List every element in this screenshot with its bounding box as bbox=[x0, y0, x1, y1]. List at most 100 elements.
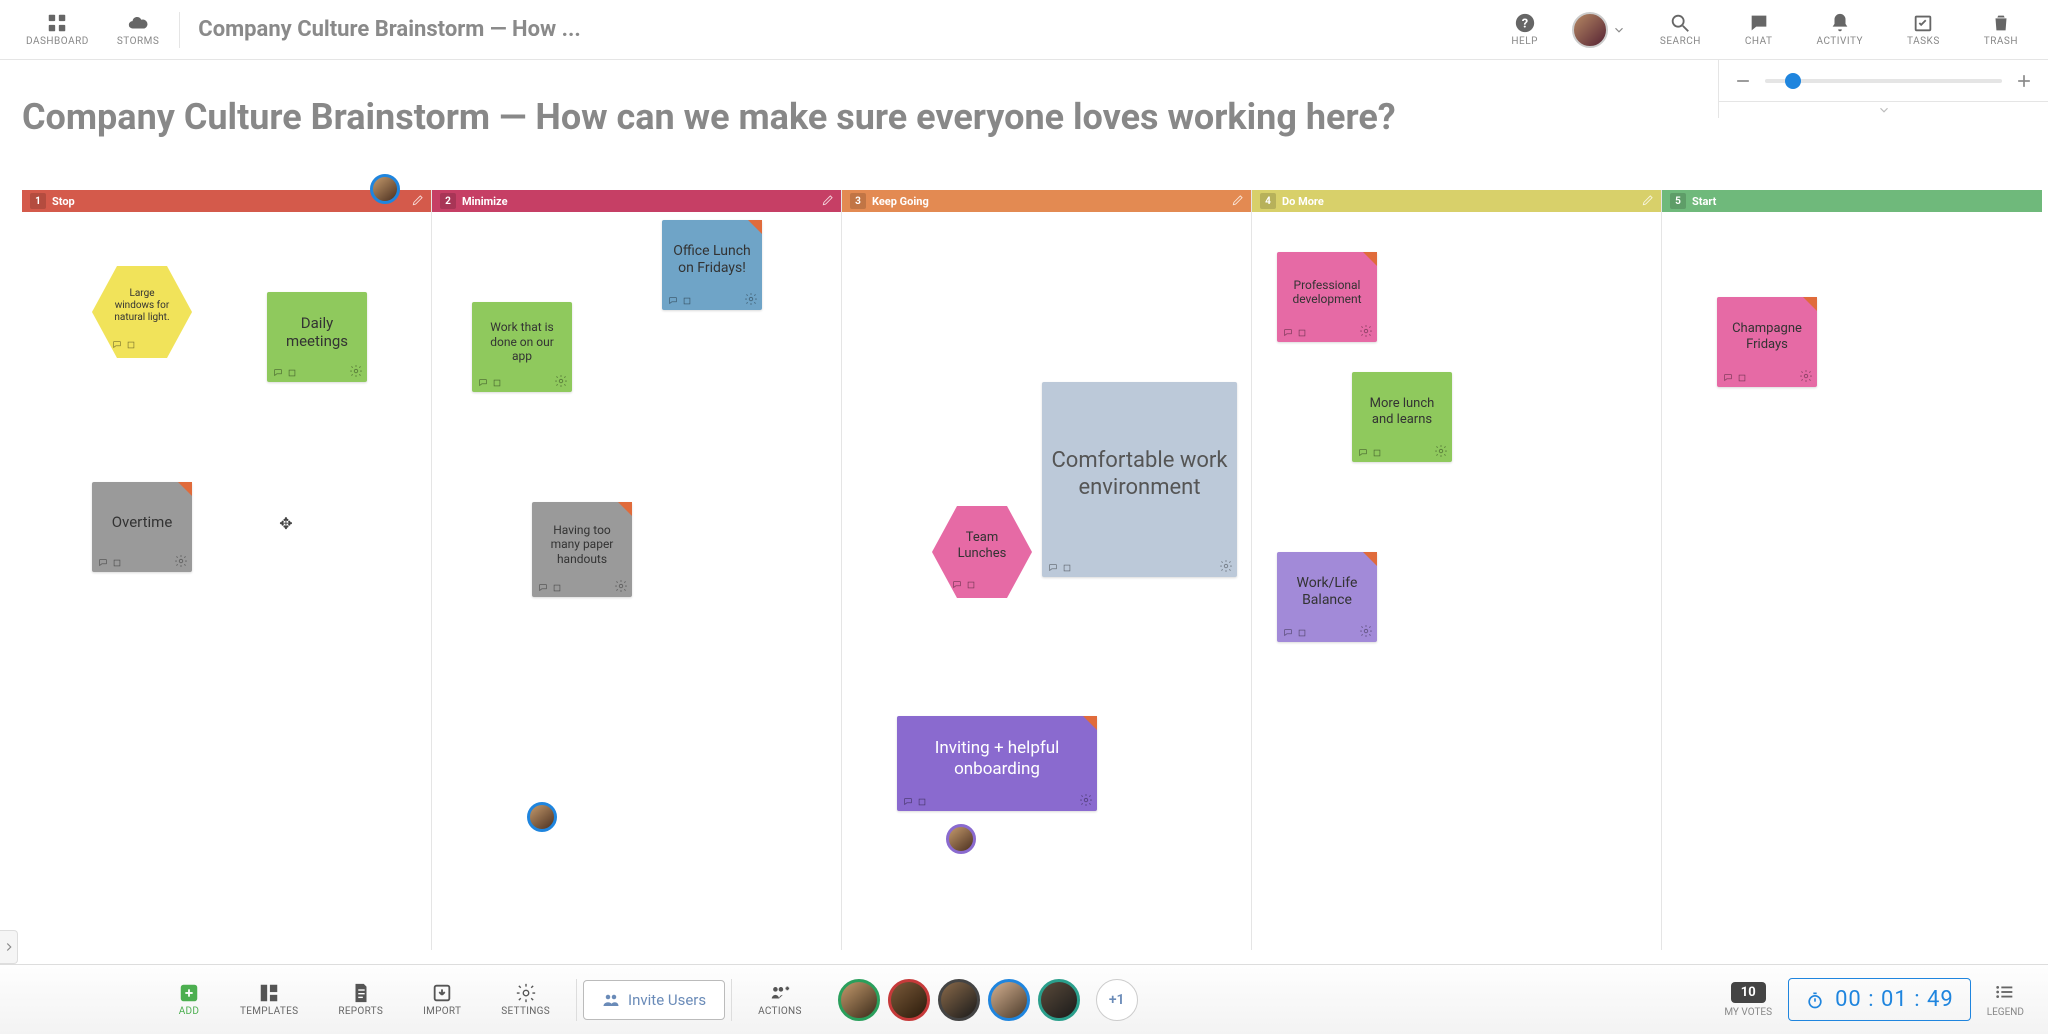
actions-button[interactable]: ACTIONS bbox=[738, 978, 822, 1021]
nav-trash[interactable]: TRASH bbox=[1966, 8, 2036, 51]
column-stop: 1 Stop Large windows for natural light. … bbox=[22, 190, 432, 950]
bell-icon bbox=[1829, 12, 1851, 34]
nav-search[interactable]: SEARCH bbox=[1642, 8, 1719, 51]
card-work-life[interactable]: Work/Life Balance bbox=[1277, 552, 1377, 642]
import-icon bbox=[431, 982, 453, 1004]
more-participants-button[interactable]: +1 bbox=[1096, 979, 1138, 1021]
people-icon bbox=[602, 991, 620, 1009]
card-office-lunch[interactable]: Office Lunch on Fridays! bbox=[662, 220, 762, 310]
avatar bbox=[1572, 12, 1608, 48]
nav-dashboard[interactable]: DASHBOARD bbox=[12, 8, 103, 51]
card-text: Overtime bbox=[100, 490, 184, 554]
participant-avatar[interactable] bbox=[938, 979, 980, 1021]
comment-icon bbox=[1358, 448, 1368, 458]
card-champagne[interactable]: Champagne Fridays bbox=[1717, 297, 1817, 387]
user-menu[interactable] bbox=[1564, 12, 1634, 48]
reports-button[interactable]: REPORTS bbox=[318, 978, 403, 1021]
card-text: Large windows for natural light. bbox=[112, 276, 172, 336]
column-header[interactable]: 2 Minimize bbox=[432, 190, 841, 212]
column-label: Start bbox=[1692, 195, 1716, 208]
gear-icon[interactable] bbox=[349, 364, 363, 378]
nav-help[interactable]: HELP bbox=[1493, 8, 1556, 51]
nav-storms[interactable]: STORMS bbox=[103, 8, 173, 51]
gear-icon[interactable] bbox=[1219, 559, 1233, 573]
card-overtime[interactable]: Overtime bbox=[92, 482, 192, 572]
gear-icon[interactable] bbox=[174, 554, 188, 568]
card-large-windows[interactable]: Large windows for natural light. bbox=[92, 262, 192, 362]
square-icon bbox=[287, 368, 297, 378]
legend-button[interactable]: LEGEND bbox=[1971, 981, 2040, 1018]
card-prof-dev[interactable]: Professional development bbox=[1277, 252, 1377, 342]
zoom-in-button[interactable] bbox=[2014, 71, 2034, 91]
card-text: Office Lunch on Fridays! bbox=[670, 228, 754, 292]
settings-button[interactable]: SETTINGS bbox=[481, 978, 570, 1021]
zoom-panel-toggle[interactable] bbox=[1718, 102, 2048, 118]
zoom-out-button[interactable] bbox=[1733, 71, 1753, 91]
square-icon bbox=[1297, 628, 1307, 638]
templates-button[interactable]: TEMPLATES bbox=[220, 978, 318, 1021]
edit-icon[interactable] bbox=[1231, 193, 1245, 207]
document-title[interactable]: Company Culture Brainstorm — How ... bbox=[186, 17, 580, 42]
participant-avatar[interactable] bbox=[888, 979, 930, 1021]
gear-icon[interactable] bbox=[1359, 624, 1373, 638]
label: DASHBOARD bbox=[26, 36, 89, 47]
gear-icon[interactable] bbox=[1799, 369, 1813, 383]
edit-icon[interactable] bbox=[1641, 193, 1655, 207]
square-icon bbox=[682, 296, 692, 306]
cursor-crosshair-icon: ✥ bbox=[278, 515, 294, 531]
board: 1 Stop Large windows for natural light. … bbox=[22, 190, 2048, 950]
card-work-on-app[interactable]: Work that is done on our app bbox=[472, 302, 572, 392]
edit-icon[interactable] bbox=[821, 193, 835, 207]
column-header[interactable]: 5 Start bbox=[1662, 190, 2042, 212]
column-header[interactable]: 4 Do More bbox=[1252, 190, 1661, 212]
participant-avatar[interactable] bbox=[988, 979, 1030, 1021]
gear-icon[interactable] bbox=[1079, 793, 1093, 807]
card-text: Champagne Fridays bbox=[1725, 305, 1809, 369]
card-text: Work/Life Balance bbox=[1285, 560, 1369, 624]
sidebar-expand-handle[interactable] bbox=[0, 930, 18, 964]
square-icon bbox=[966, 580, 976, 590]
nav-tasks[interactable]: TASKS bbox=[1889, 8, 1958, 51]
square-icon bbox=[1372, 448, 1382, 458]
column-label: Minimize bbox=[462, 195, 508, 208]
column-header[interactable]: 3 Keep Going bbox=[842, 190, 1251, 212]
add-button[interactable]: ADD bbox=[158, 978, 220, 1021]
participant-avatar[interactable] bbox=[838, 979, 880, 1021]
card-onboarding[interactable]: Inviting + helpful onboarding bbox=[897, 716, 1097, 811]
column-minimize: 2 Minimize Office Lunch on Fridays! Work… bbox=[432, 190, 842, 950]
invite-users-button[interactable]: Invite Users bbox=[583, 980, 725, 1020]
column-number: 3 bbox=[850, 193, 866, 209]
square-icon bbox=[1737, 373, 1747, 383]
gear-icon[interactable] bbox=[1434, 444, 1448, 458]
card-text: Having too many paper handouts bbox=[540, 510, 624, 579]
search-icon bbox=[1669, 12, 1691, 34]
gear-icon[interactable] bbox=[744, 292, 758, 306]
presence-avatar bbox=[527, 802, 557, 832]
slider-thumb[interactable] bbox=[1785, 73, 1801, 89]
trash-icon bbox=[1990, 12, 2012, 34]
import-button[interactable]: IMPORT bbox=[403, 978, 481, 1021]
card-text: More lunch and learns bbox=[1360, 380, 1444, 444]
timer-button[interactable]: 00 : 01 : 49 bbox=[1788, 978, 1971, 1021]
my-votes[interactable]: 10 MY VOTES bbox=[1708, 982, 1788, 1018]
card-daily-meetings[interactable]: Daily meetings bbox=[267, 292, 367, 382]
card-comfortable-env[interactable]: Comfortable work environment bbox=[1042, 382, 1237, 577]
card-paper-handouts[interactable]: Having too many paper handouts bbox=[532, 502, 632, 597]
column-keep-going: 3 Keep Going Team Lunches Comfortable wo… bbox=[842, 190, 1252, 950]
column-start: 5 Start Champagne Fridays bbox=[1662, 190, 2042, 950]
card-lunch-learns[interactable]: More lunch and learns bbox=[1352, 372, 1452, 462]
square-icon bbox=[552, 583, 562, 593]
gear-icon[interactable] bbox=[614, 579, 628, 593]
participant-avatar[interactable] bbox=[1038, 979, 1080, 1021]
edit-icon[interactable] bbox=[411, 193, 425, 207]
gear-icon[interactable] bbox=[554, 374, 568, 388]
comment-icon bbox=[1283, 328, 1293, 338]
nav-chat[interactable]: CHAT bbox=[1727, 8, 1791, 51]
list-icon bbox=[1994, 981, 2016, 1003]
card-text: Daily meetings bbox=[275, 300, 359, 364]
card-team-lunches[interactable]: Team Lunches bbox=[932, 502, 1032, 602]
nav-activity[interactable]: ACTIVITY bbox=[1798, 8, 1881, 51]
gear-icon[interactable] bbox=[1359, 324, 1373, 338]
zoom-slider[interactable] bbox=[1765, 79, 2002, 83]
votes-count: 10 bbox=[1731, 982, 1766, 1003]
